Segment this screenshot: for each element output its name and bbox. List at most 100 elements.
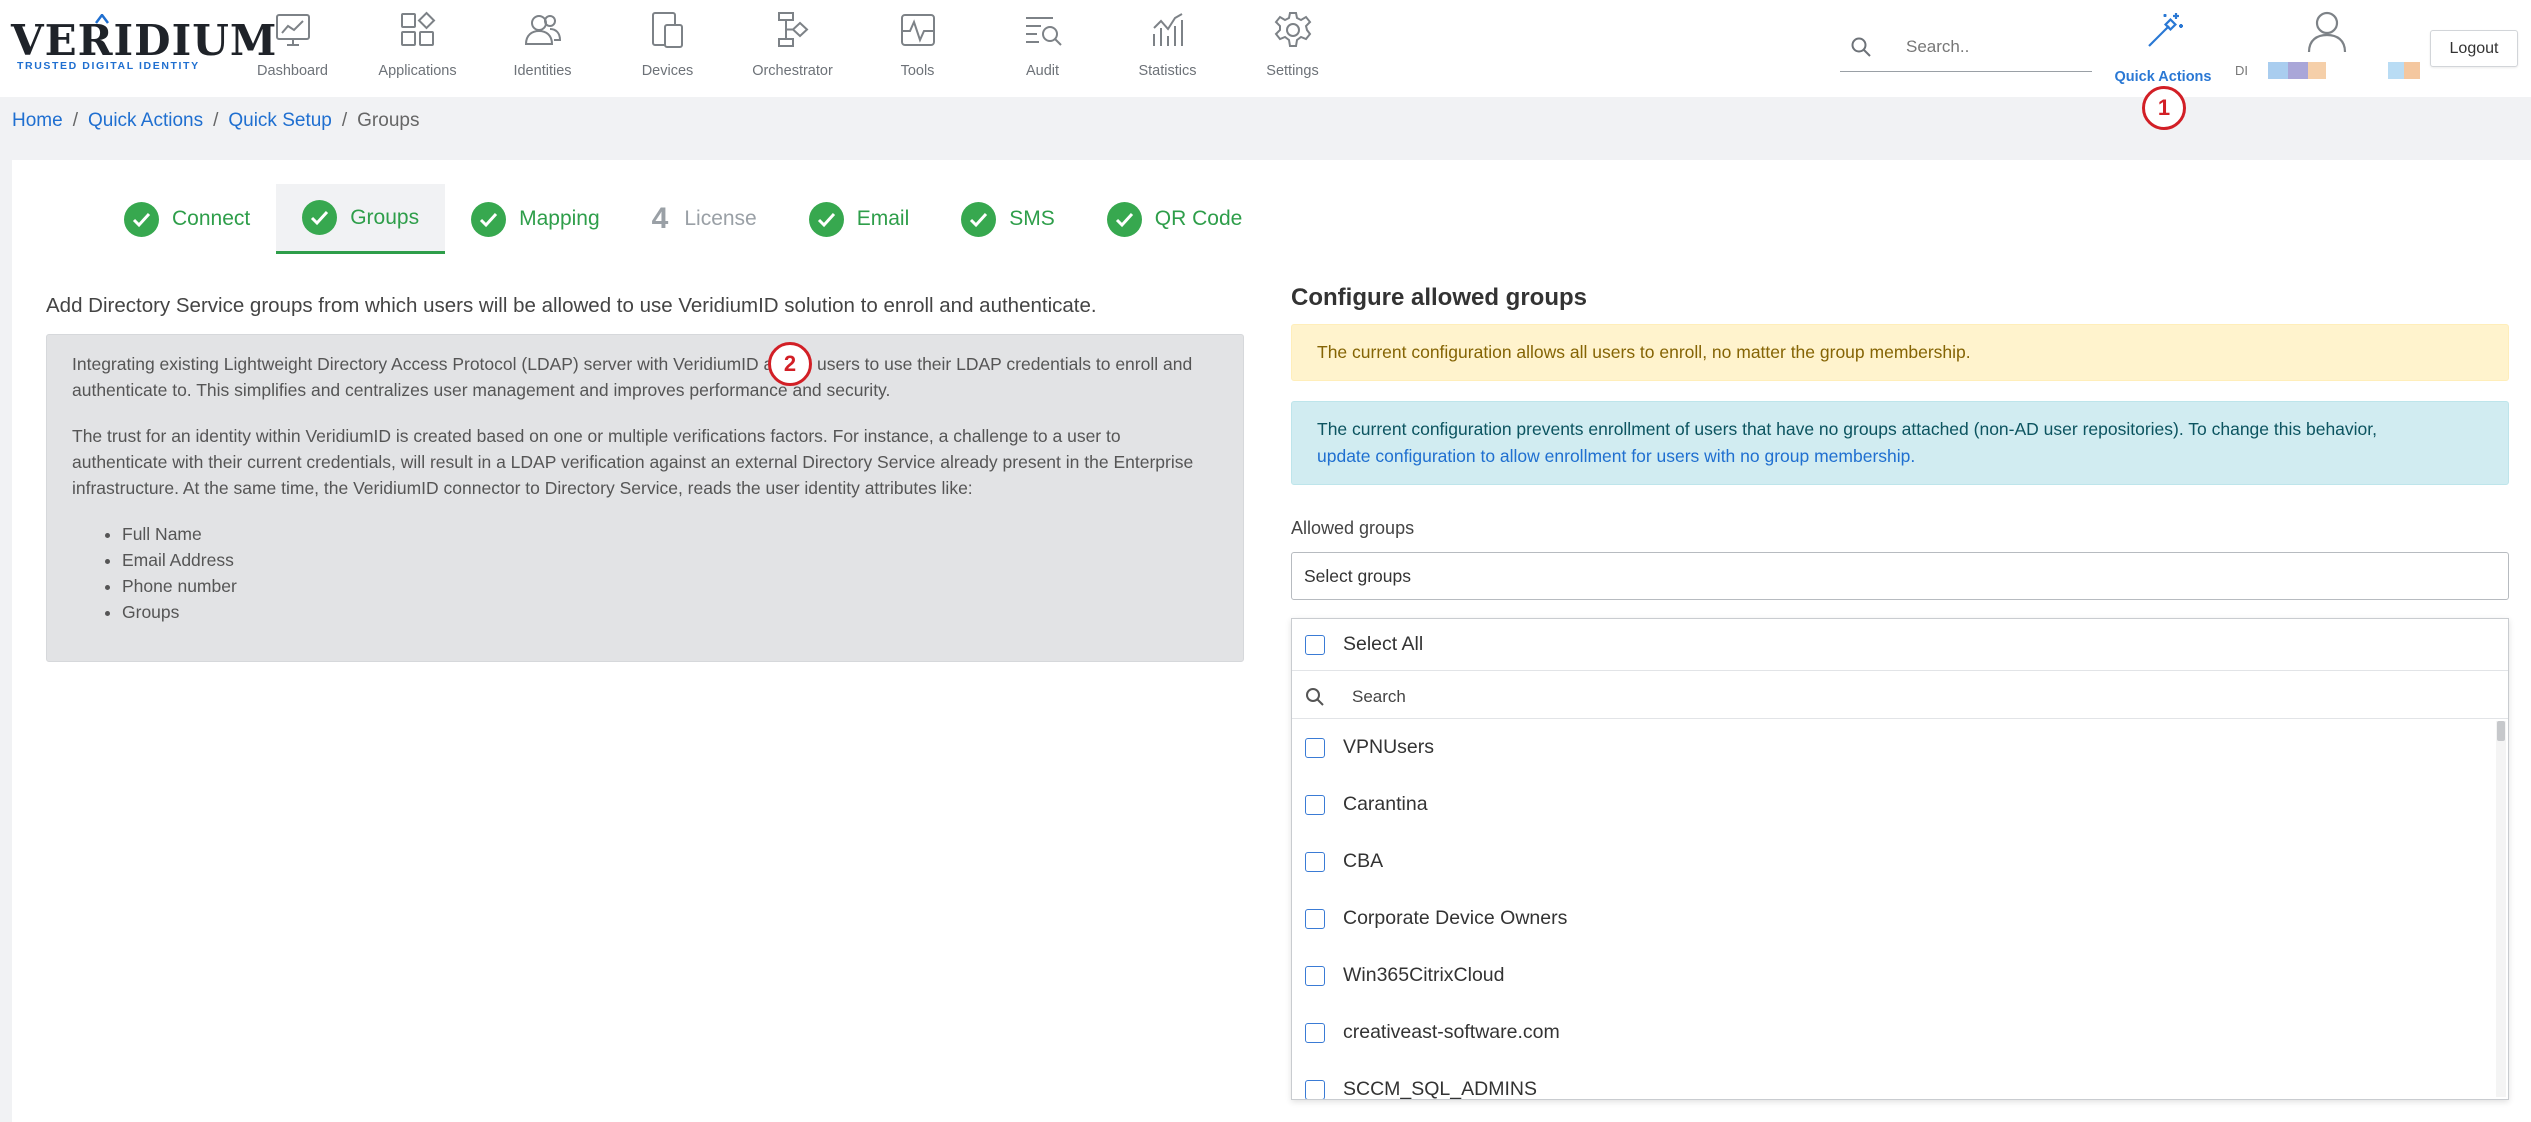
statistics-icon — [1153, 13, 1183, 46]
checkbox[interactable] — [1305, 965, 1325, 986]
nav-identities[interactable]: Identities — [480, 0, 605, 97]
update-configuration-link[interactable]: update configuration to allow enrollment… — [1317, 446, 1915, 466]
nav-applications[interactable]: Applications — [355, 0, 480, 97]
user-account-icon[interactable] — [2304, 8, 2350, 54]
nav-orchestrator-label: Orchestrator — [752, 63, 833, 79]
checkbox[interactable] — [1305, 851, 1325, 872]
group-name: Corporate Device Owners — [1343, 907, 1568, 929]
nav-settings-label: Settings — [1266, 63, 1319, 79]
user-initials: DI — [2235, 63, 2248, 78]
list-item[interactable]: creativeast-software.com — [1292, 1004, 2496, 1061]
avatar-swatch — [2288, 62, 2308, 79]
attribute-list: Full Name Email Address Phone number Gro… — [122, 521, 1218, 625]
list-item: Groups — [122, 599, 1218, 625]
scrollbar-thumb[interactable] — [2497, 721, 2505, 741]
top-navigation-bar: VERIDIUM TRUSTED DIGITAL IDENTITY Dashbo… — [0, 0, 2531, 130]
step-email[interactable]: Email — [783, 184, 936, 254]
breadcrumb-separator: / — [72, 110, 78, 131]
devices-icon — [652, 12, 683, 48]
list-item: Email Address — [122, 547, 1218, 573]
configure-groups-title: Configure allowed groups — [1291, 284, 1588, 311]
step-label: Mapping — [519, 207, 600, 230]
nav-orchestrator[interactable]: Orchestrator — [730, 0, 855, 97]
avatar-swatch — [2308, 62, 2326, 79]
step-complete-icon — [302, 200, 338, 235]
nav-audit[interactable]: Audit — [980, 0, 1105, 97]
step-label: License — [684, 207, 757, 230]
nav-dashboard-label: Dashboard — [257, 63, 328, 79]
dropdown-search-input[interactable] — [1352, 681, 1952, 713]
list-item[interactable]: Corporate Device Owners — [1292, 890, 2496, 947]
list-item[interactable]: SCCM_SQL_ADMINS — [1292, 1061, 2496, 1099]
tools-icon — [901, 14, 935, 46]
orchestrator-icon — [778, 12, 809, 47]
breadcrumb-separator: / — [341, 110, 348, 131]
list-item[interactable]: Win365CitrixCloud — [1292, 947, 2496, 1004]
step-label: QR Code — [1154, 207, 1243, 230]
groups-dropdown: Select All VPNUsers Carantina CBA Corpor… — [1291, 618, 2509, 1100]
checkbox[interactable] — [1305, 1022, 1325, 1043]
group-name: CBA — [1343, 850, 1384, 872]
group-name: SCCM_SQL_ADMINS — [1343, 1078, 1537, 1099]
list-item: Full Name — [122, 521, 1218, 547]
step-complete-icon — [961, 201, 997, 237]
step-connect[interactable]: Connect — [98, 184, 276, 254]
warning-alert: The current configuration allows all use… — [1291, 324, 2509, 381]
step-label: Connect — [172, 207, 251, 230]
checkbox[interactable] — [1305, 737, 1325, 758]
step-qr-code[interactable]: QR Code — [1081, 184, 1269, 254]
global-search — [1840, 24, 2092, 72]
list-item[interactable]: VPNUsers — [1292, 719, 2496, 776]
nav-devices[interactable]: Devices — [605, 0, 730, 97]
allowed-groups-select[interactable]: Select groups — [1291, 552, 2509, 600]
step-complete-icon — [471, 201, 507, 237]
nav-audit-label: Audit — [1025, 63, 1060, 79]
list-item[interactable]: Carantina — [1292, 776, 2496, 833]
step-license[interactable]: 4 License — [626, 184, 783, 254]
magic-wand-icon — [2148, 13, 2183, 47]
dropdown-scrollbar[interactable] — [2496, 721, 2506, 1097]
step-complete-icon — [1106, 201, 1142, 237]
list-item[interactable]: CBA — [1292, 833, 2496, 890]
step-mapping[interactable]: Mapping — [445, 184, 626, 254]
nav-statistics[interactable]: Statistics — [1105, 0, 1230, 97]
nav-identities-label: Identities — [513, 63, 572, 79]
logout-button[interactable]: Logout — [2430, 30, 2518, 67]
breadcrumb-home[interactable]: Home — [12, 110, 63, 131]
veridium-logo[interactable]: VERIDIUM TRUSTED DIGITAL IDENTITY — [11, 14, 276, 72]
checkbox[interactable] — [1305, 1079, 1325, 1099]
nav-statistics-label: Statistics — [1138, 63, 1197, 79]
group-name: Carantina — [1343, 793, 1428, 815]
nav-applications-label: Applications — [378, 63, 457, 79]
nav-dashboard[interactable]: Dashboard — [230, 0, 355, 97]
select-all-label: Select All — [1343, 633, 1424, 655]
breadcrumb: Home / Quick Actions / Quick Setup / Groups — [12, 110, 419, 132]
checkbox[interactable] — [1305, 634, 1325, 655]
step-label: Groups — [350, 205, 420, 229]
select-all-option[interactable]: Select All — [1292, 619, 2508, 671]
step-number: 4 — [651, 202, 669, 235]
info-alert: The current configuration prevents enrol… — [1291, 401, 2509, 485]
avatar-swatch — [2404, 62, 2420, 79]
breadcrumb-current: Groups — [357, 110, 420, 131]
global-search-input[interactable] — [1906, 32, 2086, 62]
step-label: SMS — [1009, 207, 1055, 230]
setup-panel: Connect Groups Mapping 4 License Email S… — [12, 160, 2531, 1122]
breadcrumb-quick-actions[interactable]: Quick Actions — [88, 110, 203, 131]
allowed-groups-label: Allowed groups — [1291, 518, 1415, 538]
groups-intro-text: Add Directory Service groups from which … — [46, 294, 1097, 317]
annotation-marker-1: 1 — [2142, 86, 2186, 130]
group-name: creativeast-software.com — [1343, 1021, 1560, 1043]
info-paragraph: The trust for an identity within Veridiu… — [72, 426, 1194, 498]
checkbox[interactable] — [1305, 908, 1325, 929]
step-complete-icon — [808, 201, 844, 237]
nav-tools[interactable]: Tools — [855, 0, 980, 97]
avatar-swatch — [2268, 62, 2288, 79]
breadcrumb-quick-setup[interactable]: Quick Setup — [228, 110, 332, 131]
checkbox[interactable] — [1305, 794, 1325, 815]
step-sms[interactable]: SMS — [935, 184, 1081, 254]
step-groups[interactable]: Groups — [276, 184, 446, 254]
breadcrumb-separator: / — [213, 110, 219, 131]
quick-actions-button[interactable]: Quick Actions — [2110, 6, 2216, 85]
nav-settings[interactable]: Settings — [1230, 0, 1355, 97]
